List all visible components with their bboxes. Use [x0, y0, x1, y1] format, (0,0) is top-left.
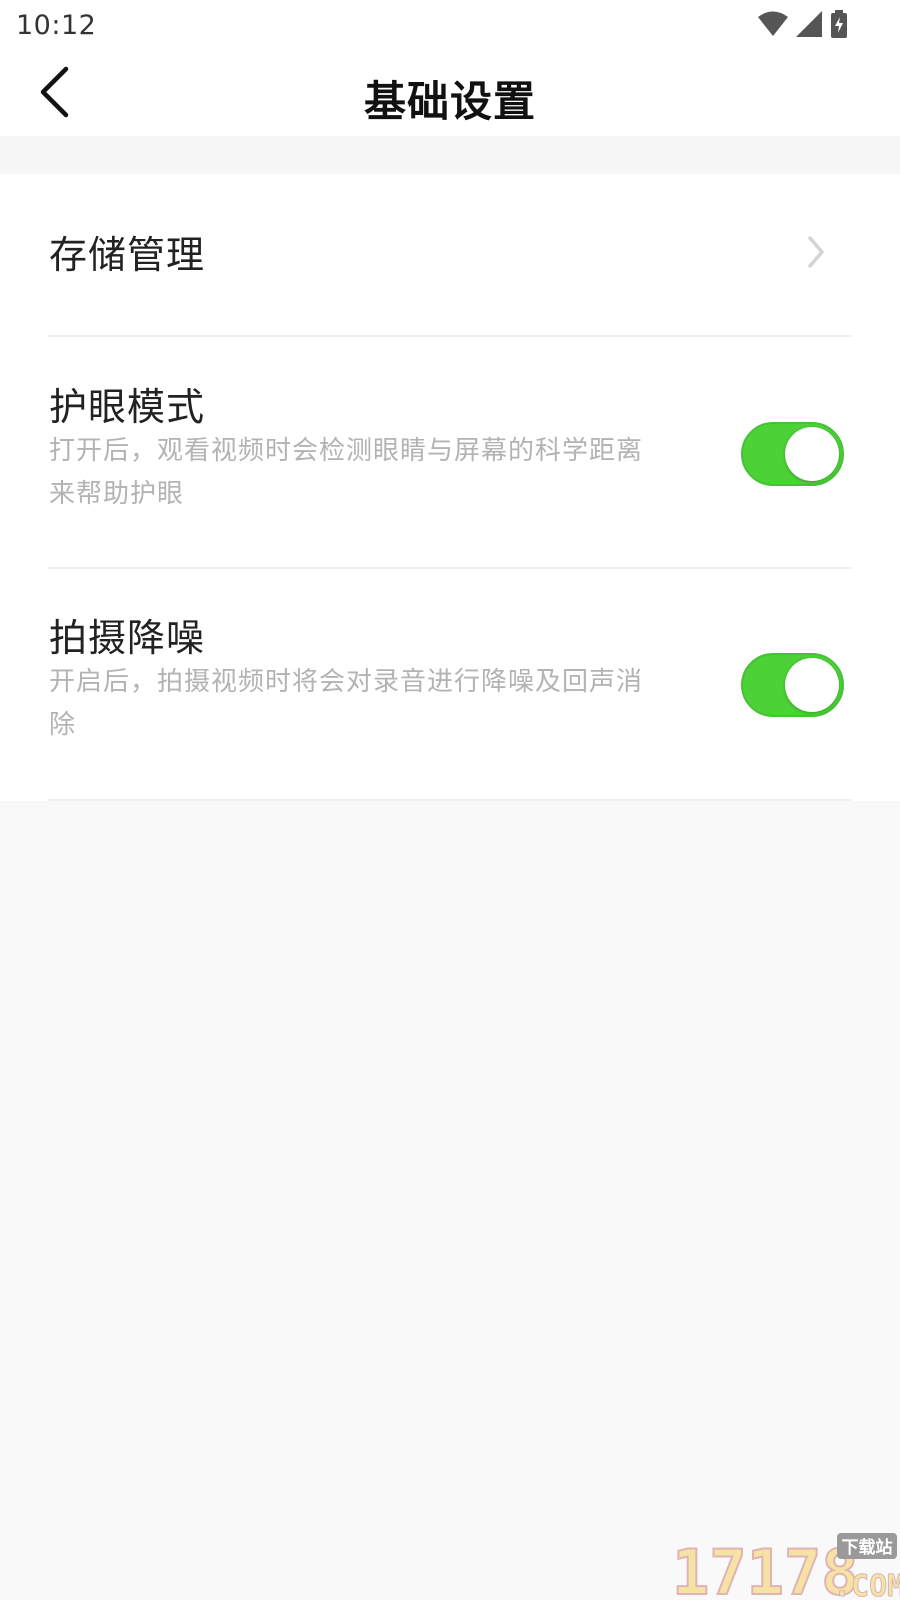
eye-care-desc-line-1: 打开后，观看视频时会检测眼睛与屏幕的科学距离 [49, 436, 644, 466]
eye-care-mode-label: 护眼模式 [49, 385, 206, 429]
status-bar: 10:12 [0, 0, 900, 50]
storage-management-label: 存储管理 [49, 233, 206, 277]
chevron-right-icon[interactable] [800, 232, 830, 272]
watermark-sub-text: 下载站 [842, 1537, 893, 1558]
page-title: 基础设置 [363, 77, 536, 126]
shooting-noise-reduction-description: 开启后，拍摄视频时将会对录音进行降噪及回声消 除 [49, 661, 699, 747]
storage-management-row[interactable]: 存储管理 [0, 174, 900, 336]
divider [48, 799, 852, 801]
status-time: 10:12 [16, 9, 97, 41]
shooting-noise-reduction-row: 拍摄降噪 开启后，拍摄视频时将会对录音进行降噪及回声消 除 [0, 569, 900, 800]
app-screen: 10:12 基础设置 存储管理 护眼模式 打开后，观看视频时会检测眼睛与屏幕的科… [0, 0, 900, 1600]
battery-charging-icon [831, 10, 847, 38]
section-gap [0, 136, 900, 174]
watermark-graphic: 17178 下载站 .COM [671, 1533, 900, 1600]
signal-icon [796, 11, 822, 37]
toggle-knob [785, 427, 839, 481]
eye-care-desc-line-2: 来帮助护眼 [49, 479, 185, 509]
noise-reduction-desc-line-2: 除 [49, 710, 77, 740]
status-icons [758, 10, 848, 38]
shooting-noise-reduction-toggle[interactable] [741, 653, 844, 717]
wifi-icon [758, 11, 788, 36]
watermark-logo: 17178 下载站 .COM [670, 1530, 900, 1600]
toggle-knob [785, 658, 839, 712]
eye-care-mode-toggle[interactable] [741, 422, 844, 486]
nav-bar: 基础设置 [0, 50, 900, 136]
eye-care-mode-description: 打开后，观看视频时会检测眼睛与屏幕的科学距离 来帮助护眼 [49, 430, 699, 516]
settings-list: 存储管理 护眼模式 打开后，观看视频时会检测眼睛与屏幕的科学距离 来帮助护眼 拍… [0, 174, 900, 801]
noise-reduction-desc-line-1: 开启后，拍摄视频时将会对录音进行降噪及回声消 [49, 667, 644, 697]
shooting-noise-reduction-label: 拍摄降噪 [49, 616, 206, 660]
watermark-main-text: 17178 [672, 1536, 859, 1600]
watermark-domain-text: .COM [833, 1569, 900, 1600]
eye-care-mode-row: 护眼模式 打开后，观看视频时会检测眼睛与屏幕的科学距离 来帮助护眼 [0, 337, 900, 568]
